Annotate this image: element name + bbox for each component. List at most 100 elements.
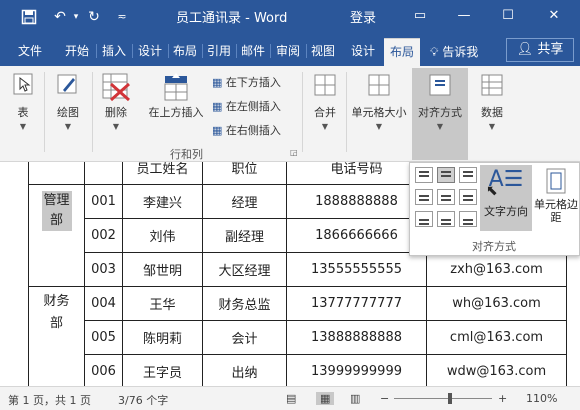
table-button[interactable]: 表 ▼	[6, 72, 40, 134]
table-row: 003 邹世明 大区经理 13555555555 zxh@163.com	[29, 252, 567, 287]
name-cell[interactable]: 王华	[122, 286, 203, 321]
draw-button[interactable]: 绘图 ▼	[48, 72, 88, 134]
header-cell[interactable]	[28, 162, 85, 185]
merge-cells-icon	[314, 74, 336, 96]
zoom-slider-track[interactable]	[394, 398, 492, 399]
align-middle-center-icon[interactable]	[437, 189, 455, 205]
word-count[interactable]: 3/76 个字	[118, 392, 168, 408]
id-cell[interactable]: 003	[84, 252, 123, 287]
id-cell[interactable]: 001	[84, 184, 123, 219]
tab-mailings[interactable]: 邮件	[238, 42, 268, 60]
minimize-icon[interactable]: —	[454, 6, 474, 26]
phone-cell[interactable]: 13999999999	[286, 354, 427, 386]
undo-dropdown-icon[interactable]: ▾	[70, 8, 82, 26]
align-top-left-icon[interactable]	[415, 167, 433, 183]
insert-below-label: 在下方插入	[225, 76, 281, 89]
text-direction-button[interactable]: A☰ 文字方向 ⬉	[480, 165, 532, 231]
phone-cell[interactable]: 1888888888	[286, 184, 427, 219]
maximize-icon[interactable]: ☐	[498, 6, 518, 26]
name-cell[interactable]: 刘伟	[122, 218, 203, 253]
phone-cell[interactable]: 13555555555	[286, 252, 427, 287]
dept-name: 管理部	[41, 191, 72, 231]
insert-above-button[interactable]: 在上方插入	[144, 72, 208, 120]
share-button[interactable]: 👤︎ 共享	[506, 38, 574, 62]
cursor-select-icon	[13, 73, 33, 95]
id-cell[interactable]: 004	[84, 286, 123, 321]
insert-below-button[interactable]: ▦ 在下方插入	[212, 74, 281, 90]
align-top-right-icon[interactable]	[459, 167, 477, 183]
align-bottom-right-icon[interactable]	[459, 211, 477, 227]
email-cell[interactable]: zxh@163.com	[426, 252, 567, 287]
data-button[interactable]: 数据 ▼	[472, 72, 512, 134]
undo-icon[interactable]: ↶	[50, 8, 70, 26]
tab-review[interactable]: 审阅	[272, 42, 304, 60]
tab-view[interactable]: 视图	[308, 42, 338, 60]
zoom-slider-thumb[interactable]	[448, 393, 452, 404]
close-icon[interactable]: ✕	[544, 6, 564, 26]
zoom-in-icon[interactable]: +	[498, 392, 507, 405]
align-middle-left-icon[interactable]	[415, 189, 433, 205]
delete-button[interactable]: 删除 ▼	[96, 72, 136, 134]
title-cell[interactable]: 会计	[202, 320, 287, 355]
login-link[interactable]: 登录	[350, 7, 376, 26]
align-middle-right-icon[interactable]	[459, 189, 477, 205]
save-icon[interactable]	[18, 8, 40, 26]
header-phone[interactable]: 电话号码	[286, 162, 427, 185]
id-cell[interactable]: 005	[84, 320, 123, 355]
zoom-out-icon[interactable]: −	[380, 392, 389, 405]
insert-left-button[interactable]: ▦ 在左侧插入	[212, 98, 281, 114]
header-name[interactable]: 员工姓名	[122, 162, 203, 185]
ribbon-display-icon[interactable]: ▭	[410, 6, 430, 26]
title-cell[interactable]: 出纳	[202, 354, 287, 386]
dept-cell[interactable]: 管理部	[28, 184, 85, 287]
print-layout-icon[interactable]: ▦	[316, 392, 335, 405]
tab-design[interactable]: 设计	[134, 42, 166, 60]
chevron-down-icon: ▼	[436, 122, 444, 131]
name-cell[interactable]: 邹世明	[122, 252, 203, 287]
email-cell[interactable]: wdw@163.com	[426, 354, 567, 386]
title-cell[interactable]: 财务总监	[202, 286, 287, 321]
cell-margins-button[interactable]: 单元格边距	[534, 165, 578, 231]
name-cell[interactable]: 王字员	[122, 354, 203, 386]
phone-cell[interactable]: 1866666666	[286, 218, 427, 253]
title-cell[interactable]: 大区经理	[202, 252, 287, 287]
name-cell[interactable]: 陈明莉	[122, 320, 203, 355]
merge-button[interactable]: 合并 ▼	[306, 72, 344, 134]
dept-cell[interactable]: 财务部	[28, 286, 85, 386]
email-cell[interactable]: wh@163.com	[426, 286, 567, 321]
title-cell[interactable]: 经理	[202, 184, 287, 219]
tab-insert[interactable]: 插入	[98, 42, 130, 60]
id-cell[interactable]: 006	[84, 354, 123, 386]
phone-cell[interactable]: 13888888888	[286, 320, 427, 355]
email-cell[interactable]: cml@163.com	[426, 320, 567, 355]
customize-toolbar-icon[interactable]: ≂	[114, 8, 130, 26]
tab-references[interactable]: 引用	[204, 42, 234, 60]
redo-icon[interactable]: ↻	[84, 8, 104, 26]
web-layout-icon[interactable]: ▥	[350, 392, 360, 405]
zoom-level[interactable]: 110%	[526, 392, 557, 405]
id-cell[interactable]: 002	[84, 218, 123, 253]
tab-layout[interactable]: 布局	[170, 42, 200, 60]
align-bottom-center-icon[interactable]	[437, 211, 455, 227]
dialog-launcher-icon[interactable]: ◲	[290, 148, 298, 157]
header-cell[interactable]	[84, 162, 123, 185]
page-count[interactable]: 第 1 页，共 1 页	[8, 392, 91, 408]
title-cell[interactable]: 副经理	[202, 218, 287, 253]
tab-table-layout[interactable]: 布局	[384, 38, 420, 66]
insert-left-label: 在左侧插入	[225, 100, 281, 113]
insert-right-button[interactable]: ▦ 在右侧插入	[212, 122, 281, 138]
tab-home[interactable]: 开始	[60, 42, 94, 60]
delete-label: 删除	[105, 106, 127, 119]
phone-cell[interactable]: 13777777777	[286, 286, 427, 321]
name-cell[interactable]: 李建兴	[122, 184, 203, 219]
tell-me-box[interactable]: 💡︎ 告诉我	[430, 43, 478, 60]
table-label: 表	[17, 106, 29, 119]
tab-file[interactable]: 文件	[10, 42, 50, 60]
align-bottom-left-icon[interactable]	[415, 211, 433, 227]
read-mode-icon[interactable]: ▤	[286, 392, 296, 405]
alignment-button[interactable]: 对齐方式 ▼	[412, 68, 468, 160]
tab-table-design[interactable]: 设计	[344, 42, 382, 60]
align-top-center-icon[interactable]	[437, 167, 455, 183]
cell-size-button[interactable]: 单元格大小 ▼	[348, 72, 410, 134]
header-title[interactable]: 职位	[202, 162, 287, 185]
